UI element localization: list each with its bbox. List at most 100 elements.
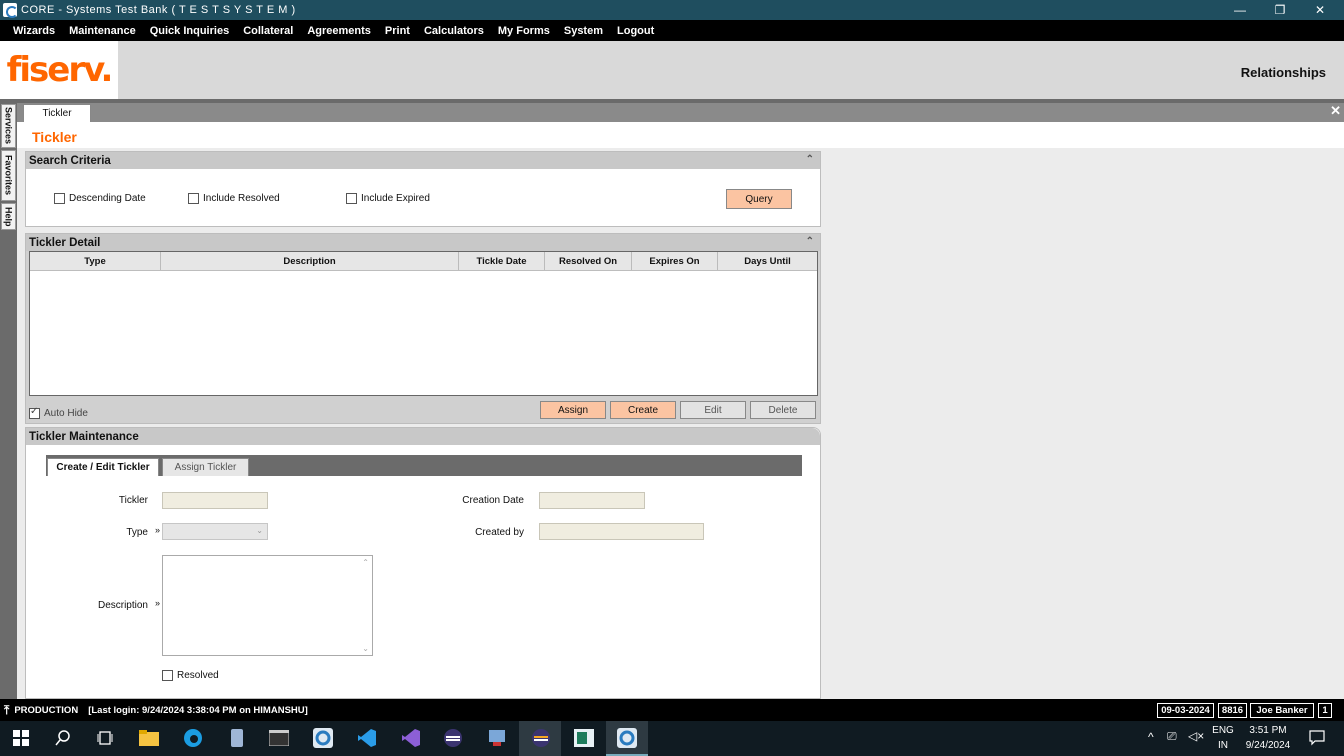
edit-button[interactable]: Edit [680,401,746,419]
tickler-maintenance-title: Tickler Maintenance [29,430,139,443]
volume-icon[interactable]: ◁× [1188,729,1204,743]
eclipse-icon[interactable] [442,727,464,749]
column-header-days-until[interactable]: Days Until [718,252,817,270]
descending-date-checkbox[interactable]: Descending Date [54,193,146,204]
auto-hide-checkbox[interactable]: Auto Hide [29,406,88,419]
menu-collateral[interactable]: Collateral [243,25,293,37]
branch-number: 8816 [1218,703,1247,718]
region-indicator[interactable]: IN [1210,740,1236,751]
query-button[interactable]: Query [726,189,792,209]
menu-wizards[interactable]: Wizards [13,25,55,37]
document-tab-strip: Tickler ✕ [17,103,1344,122]
sidebar-tab-favorites[interactable]: Favorites [1,150,16,201]
tab-assign-tickler[interactable]: Assign Tickler [162,458,249,476]
page-title: Tickler [32,129,77,145]
menu-print[interactable]: Print [385,25,410,37]
network-icon[interactable]: ⎚ [1167,729,1177,744]
clock-time[interactable]: 3:51 PM [1240,725,1296,736]
tab-tickler[interactable]: Tickler [23,104,91,122]
menu-agreements[interactable]: Agreements [307,25,371,37]
scroll-down-icon[interactable]: ⌄ [362,644,369,653]
status-bar: ⤒ PRODUCTION [Last login: 9/24/2024 3:38… [0,699,1344,721]
include-resolved-checkbox[interactable]: Include Resolved [188,193,280,204]
terminal-icon[interactable] [268,727,290,749]
menu-maintenance[interactable]: Maintenance [69,25,136,37]
windows-taskbar: ^ ⎚ ◁× ENG IN 3:51 PM 9/24/2024 [0,721,1344,756]
tickler-maintenance-panel: Tickler Maintenance Create / Edit Tickle… [25,427,821,699]
tickler-field[interactable] [162,492,268,509]
description-label: Description [97,600,148,611]
app-icon [3,3,18,18]
assign-button[interactable]: Assign [540,401,606,419]
menu-my-forms[interactable]: My Forms [498,25,550,37]
file-explorer-icon[interactable] [138,727,160,749]
device-app-icon[interactable] [226,727,248,749]
menu-calculators[interactable]: Calculators [424,25,484,37]
search-criteria-panel: Search Criteria ⌃ Descending Date Includ… [25,151,821,227]
column-header-expires-on[interactable]: Expires On [632,252,718,270]
scroll-up-icon[interactable]: ⌃ [362,558,369,567]
visual-studio-icon[interactable] [400,727,422,749]
menu-quick-inquiries[interactable]: Quick Inquiries [150,25,229,37]
close-window-button[interactable]: ✕ [1300,0,1340,20]
delete-button[interactable]: Delete [750,401,816,419]
search-icon[interactable] [52,727,74,749]
left-sidebar: Services Favorites Help [0,103,17,699]
environment-label: PRODUCTION [14,704,79,716]
pin-icon: ⤒ [4,702,10,717]
core-app-icon-active[interactable] [616,727,638,749]
maximize-button[interactable]: ❐ [1260,0,1300,20]
type-label: Type [126,527,148,538]
menu-bar: Wizards Maintenance Quick Inquiries Coll… [0,20,1344,41]
edge-browser-icon[interactable] [182,727,204,749]
minimize-button[interactable]: — [1220,0,1260,20]
include-expired-checkbox[interactable]: Include Expired [346,193,430,204]
sidebar-tab-help[interactable]: Help [1,203,16,230]
required-chevron-icon: » [155,525,161,535]
create-button[interactable]: Create [610,401,676,419]
core-app-icon[interactable] [312,727,334,749]
column-header-type[interactable]: Type [30,252,161,270]
business-date: 09-03-2024 [1157,703,1214,718]
column-header-tickle-date[interactable]: Tickle Date [459,252,545,270]
created-by-field[interactable] [539,523,704,540]
app-header: fiserv. Relationships [0,41,1344,99]
network-tool-icon[interactable] [486,727,508,749]
menu-logout[interactable]: Logout [617,25,654,37]
clock-date[interactable]: 9/24/2024 [1240,740,1296,751]
tickler-maintenance-header: Tickler Maintenance [26,428,820,445]
collapse-icon[interactable]: ⌃ [806,154,814,165]
user-name: Joe Banker [1250,703,1314,718]
task-view-icon[interactable] [94,727,116,749]
tab-create-edit-tickler[interactable]: Create / Edit Tickler [47,458,159,476]
creation-date-label: Creation Date [462,495,524,506]
windows-start-icon[interactable] [10,727,32,749]
creation-date-field[interactable] [539,492,645,509]
description-textarea[interactable]: ⌃ ⌄ [162,555,373,656]
notifications-icon[interactable] [1306,727,1328,749]
tickler-detail-panel: Tickler Detail ⌃ Type Description Tickle… [25,233,821,424]
column-header-description[interactable]: Description [161,252,459,270]
window-title-bar: CORE - Systems Test Bank ( T E S T S Y S… [0,0,1344,20]
collapse-icon[interactable]: ⌃ [806,236,814,247]
search-criteria-header: Search Criteria ⌃ [26,152,820,169]
vscode-icon[interactable] [356,727,378,749]
sidebar-tab-services[interactable]: Services [1,104,16,148]
section-title: Relationships [1240,65,1326,80]
window-title: CORE - Systems Test Bank ( T E S T S Y S… [21,4,296,16]
type-select[interactable]: ⌄ [162,523,268,540]
menu-system[interactable]: System [564,25,603,37]
chevron-up-icon[interactable]: ^ [1148,730,1154,744]
page-title-row: Tickler [17,122,1344,148]
maintenance-tab-strip: Create / Edit Tickler Assign Tickler [46,455,802,476]
main-content: Tickler Search Criteria ⌃ Descending Dat… [17,122,1344,699]
resolved-checkbox[interactable]: Resolved [162,670,219,681]
tickler-detail-title: Tickler Detail [29,236,101,249]
language-indicator[interactable]: ENG [1210,725,1236,736]
column-header-resolved-on[interactable]: Resolved On [545,252,632,270]
sheet-app-icon[interactable] [573,727,595,749]
close-tab-icon[interactable]: ✕ [1330,103,1341,119]
eclipse-icon-2[interactable] [530,727,552,749]
session-count: 1 [1318,703,1332,718]
tickler-grid[interactable]: Type Description Tickle Date Resolved On… [29,251,818,396]
